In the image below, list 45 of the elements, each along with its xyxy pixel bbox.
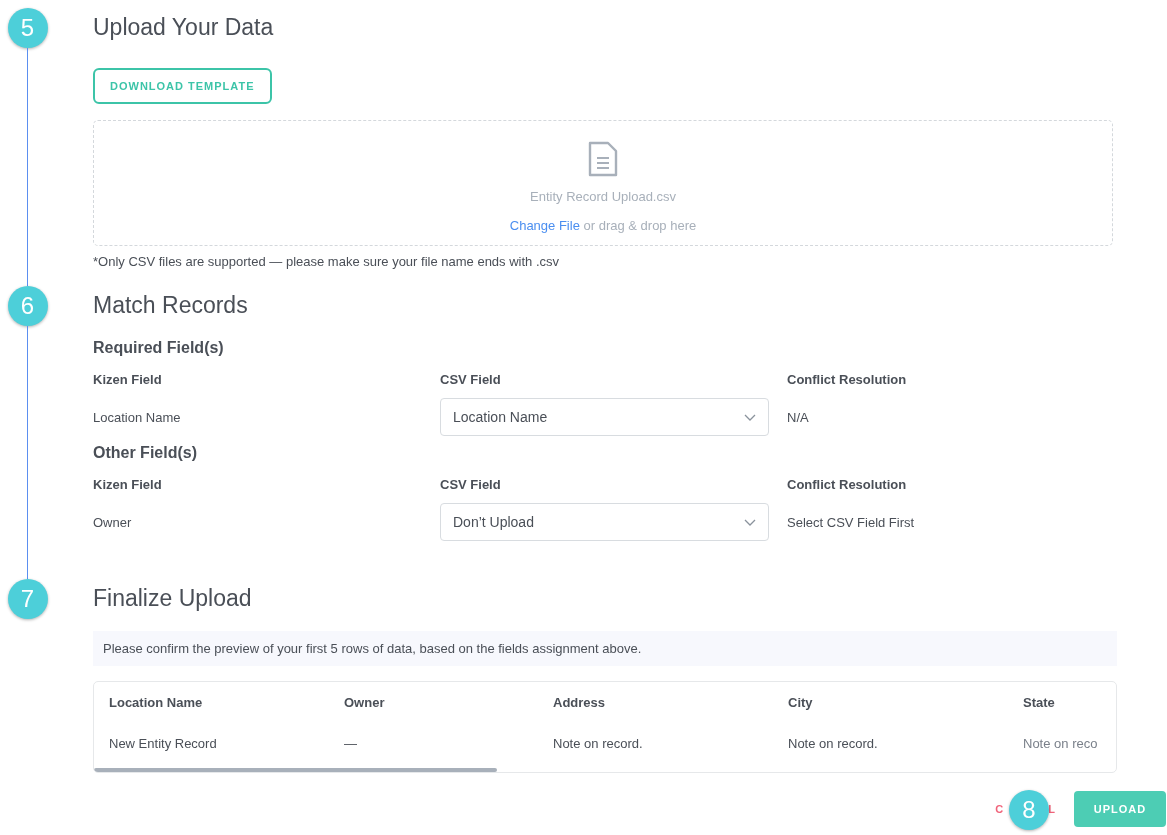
- table-cell-text: New Entity Record: [109, 736, 218, 751]
- cancel-button-fragment[interactable]: C: [995, 803, 1005, 815]
- drop-zone[interactable]: Entity Record Upload.csv Change File or drag & drop here: [93, 120, 1113, 246]
- chevron-down-icon: [744, 413, 756, 421]
- field-name: Location Name: [93, 409, 182, 425]
- step-number: 8: [1009, 790, 1049, 830]
- file-type-note: *Only CSV files are supported — please make sure your file name ends with .csv: [93, 254, 561, 269]
- column-header: Address: [553, 695, 607, 710]
- step-number: 7: [7, 579, 48, 619]
- column-header: State: [1023, 695, 1056, 710]
- column-header: Conflict Resolution: [787, 371, 908, 387]
- file-name: Entity Record Upload.csv: [530, 189, 676, 204]
- field-name: Owner: [93, 514, 133, 530]
- column-header: Kizen Field: [93, 371, 163, 387]
- table-cell-text: —: [344, 736, 358, 751]
- group-title: Other Field(s): [93, 444, 198, 462]
- change-file-link[interactable]: Change File: [509, 218, 580, 233]
- group-title: Required Field(s): [93, 339, 225, 357]
- chevron-down-icon: [744, 518, 756, 526]
- table-cell-text: Note on record.: [553, 736, 644, 751]
- section-title: Match Records: [93, 292, 249, 319]
- conflict-resolution: N/A: [787, 409, 810, 425]
- column-header: CSV Field: [440, 371, 502, 387]
- conflict-resolution: Select CSV Field First: [787, 514, 916, 530]
- table-cell-text: Note on record.: [788, 736, 879, 751]
- cancel-button-fragment[interactable]: L: [1048, 803, 1056, 815]
- csv-field-dropdown[interactable]: Location Name: [440, 398, 769, 436]
- scrollbar[interactable]: [94, 768, 497, 772]
- column-header: Kizen Field: [93, 476, 163, 492]
- csv-field-dropdown[interactable]: Don’t Upload: [440, 503, 769, 541]
- drop-hint: or drag & drop here: [583, 218, 697, 233]
- column-header: Location Name: [109, 695, 204, 710]
- column-header: Owner: [344, 695, 386, 710]
- step-number: 5: [7, 8, 48, 48]
- column-header: Conflict Resolution: [787, 476, 908, 492]
- table-cell-text: Note on reco: [1023, 736, 1099, 751]
- section-title: Finalize Upload: [93, 585, 253, 612]
- download-template-button[interactable]: DOWNLOAD TEMPLATE: [93, 68, 272, 104]
- column-header: CSV Field: [440, 476, 502, 492]
- column-header: City: [788, 695, 814, 710]
- section-title: Upload Your Data: [93, 14, 275, 41]
- document-icon: [588, 141, 618, 177]
- info-banner: Please confirm the preview of your first 5 rows of data, based on the fields assignment above.: [93, 631, 1117, 666]
- step-number: 6: [7, 286, 48, 326]
- upload-button[interactable]: UPLOAD: [1074, 791, 1166, 827]
